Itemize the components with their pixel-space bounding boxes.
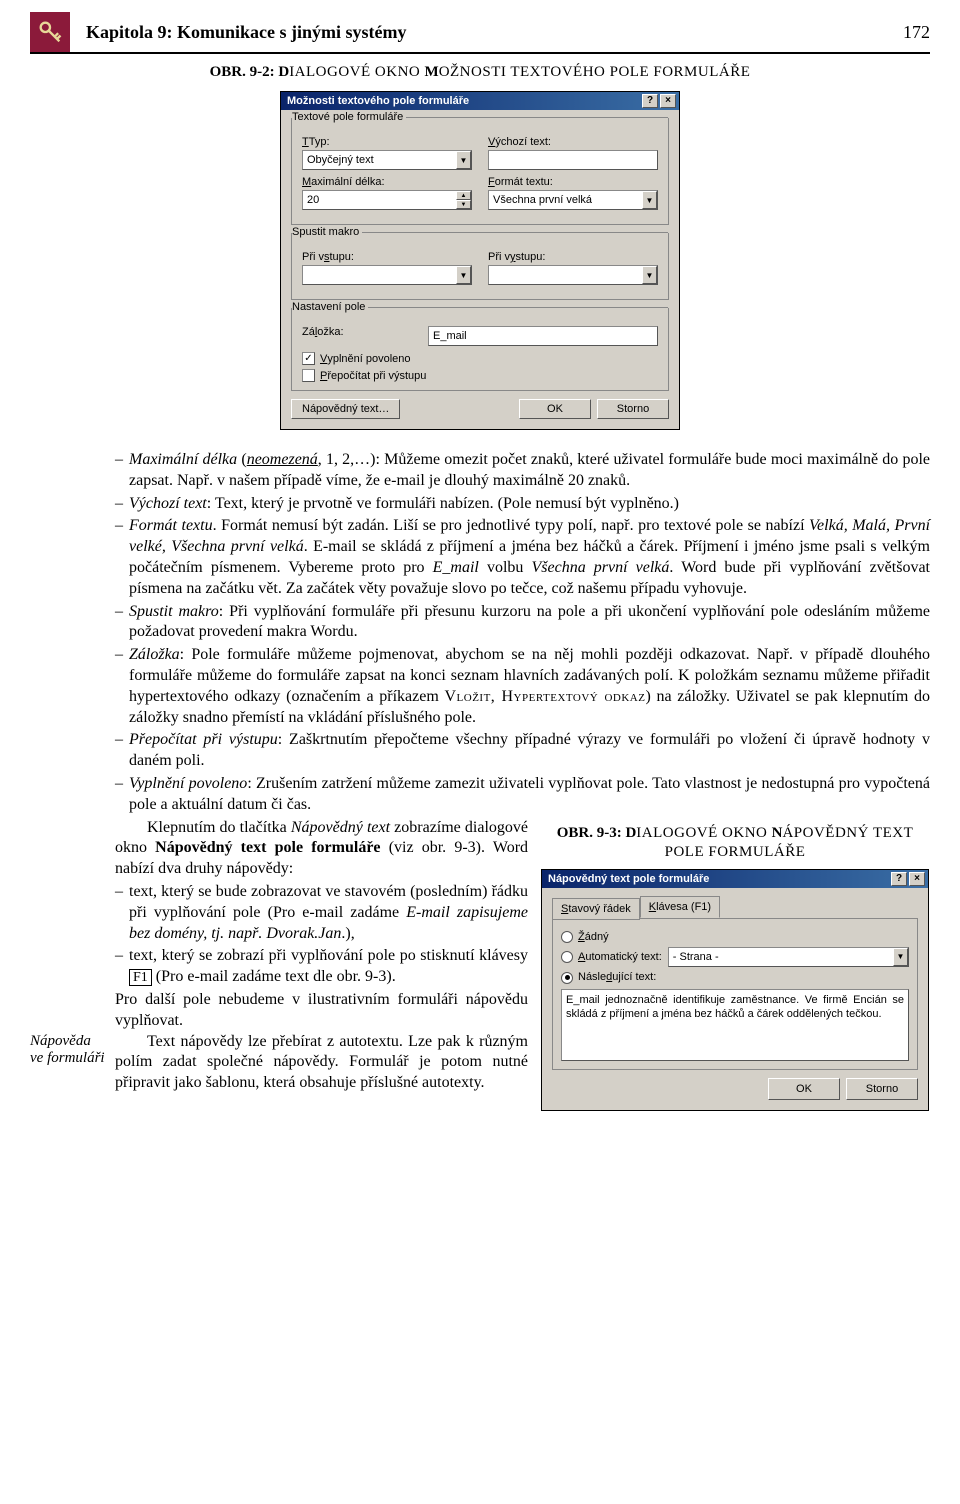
max-length-spinner[interactable]: 20▲▼: [302, 190, 472, 210]
chevron-down-icon[interactable]: ▼: [642, 191, 657, 209]
bullet-f1-text: text, který se zobrazí při vyplňování po…: [129, 946, 528, 988]
tab-statusbar[interactable]: Stavový řádek: [552, 898, 640, 920]
bullet-bookmark: Záložka: Pole formuláře můžeme pojmenova…: [129, 645, 930, 728]
margin-note: Nápověda ve formuláři: [30, 448, 115, 1133]
bookmark-label: Záložka:: [302, 326, 412, 338]
text-format-label: Formát textu:: [488, 176, 658, 188]
group-text-field: Textové pole formuláře TTyp: Obyčejný te…: [291, 118, 669, 225]
chevron-down-icon[interactable]: ▼: [456, 151, 471, 169]
tab-strip: Stavový řádek Klávesa (F1): [552, 896, 918, 919]
group-run-macro: Spustit makro Při vstupu: ▼ Při vystupu:…: [291, 233, 669, 300]
cancel-button[interactable]: Storno: [846, 1078, 918, 1100]
dialog-help-text: Nápovědný text pole formuláře ? × Stavov…: [541, 869, 929, 1111]
help-button[interactable]: ?: [642, 94, 658, 108]
chevron-down-icon[interactable]: ▼: [893, 948, 908, 966]
page-number: 172: [903, 22, 930, 43]
chevron-down-icon[interactable]: ▼: [642, 266, 657, 284]
key-icon: [30, 12, 70, 52]
tab-f1-key[interactable]: Klávesa (F1): [640, 896, 720, 918]
bookmark-input[interactable]: E_mail: [428, 326, 658, 346]
chapter-title: Kapitola 9: Komunikace s jinými systémy: [86, 22, 903, 43]
bullet-default-text: Výchozí text: Text, který je prvotně ve …: [129, 494, 930, 515]
close-button[interactable]: ×: [660, 94, 676, 108]
on-entry-label: Při vstupu:: [302, 251, 472, 263]
figure-caption-2: OBR. 9-3: DIALOGOVÉ OKNO NÁPOVĚDNÝ TEXT …: [540, 824, 930, 863]
type-label: TTyp:: [302, 136, 472, 148]
radio-none[interactable]: Žádný: [561, 930, 909, 944]
ok-button[interactable]: OK: [768, 1078, 840, 1100]
help-text-area[interactable]: E_mail jednoznačně identifikuje zaměstna…: [561, 989, 909, 1061]
dialog-title: Možnosti textového pole formuláře: [284, 95, 640, 107]
dialog-form-field-options: Možnosti textového pole formuláře ? × Te…: [280, 91, 680, 430]
bullet-run-macro: Spustit makro: Při vyplňování formuláře …: [129, 602, 930, 644]
type-dropdown[interactable]: Obyčejný text▼: [302, 150, 472, 170]
default-text-label: Výchozí text:: [488, 136, 658, 148]
text-format-dropdown[interactable]: Všechna první velká▼: [488, 190, 658, 210]
on-exit-dropdown[interactable]: ▼: [488, 265, 658, 285]
fill-allowed-checkbox[interactable]: ✓Vyplnění povoleno: [302, 352, 658, 365]
help-text-button[interactable]: Nápovědný text…: [291, 399, 400, 419]
bullet-format-text: Formát textu. Formát nemusí být zadán. L…: [129, 516, 930, 599]
on-entry-dropdown[interactable]: ▼: [302, 265, 472, 285]
chevron-down-icon[interactable]: ▼: [456, 266, 471, 284]
dialog-title: Nápovědný text pole formuláře: [545, 872, 889, 886]
f1-keycap: F1: [129, 969, 152, 986]
close-button[interactable]: ×: [909, 872, 925, 886]
bullet-fill-allowed: Vyplnění povoleno: Zrušením zatržení můž…: [129, 774, 930, 816]
bullet-max-length: Maximální délka (neomezená, 1, 2,…): Můž…: [129, 450, 930, 492]
recalc-on-exit-checkbox[interactable]: Přepočítat při výstupu: [302, 369, 658, 382]
figure-caption-1: OBR. 9-2: DIALOGOVÉ OKNO MOŽNOSTI TEXTOV…: [30, 64, 930, 81]
radio-following-text[interactable]: Následující text:: [561, 970, 909, 984]
ok-button[interactable]: OK: [519, 399, 591, 419]
help-button[interactable]: ?: [891, 872, 907, 886]
max-length-label: Maximální délka:: [302, 176, 472, 188]
bullet-statusbar-text: text, který se bude zobrazovat ve stavov…: [129, 882, 528, 944]
radio-autotext[interactable]: Automatický text: - Strana -▼: [561, 947, 909, 967]
spin-down-icon[interactable]: ▼: [456, 200, 471, 209]
autotext-dropdown[interactable]: - Strana -▼: [668, 947, 909, 967]
group-field-settings: Nastavení pole Záložka: E_mail ✓Vyplnění…: [291, 308, 669, 391]
default-text-input[interactable]: [488, 150, 658, 170]
bullet-recalc: Přepočítat při výstupu: Zaškrtnutím přep…: [129, 730, 930, 772]
spin-up-icon[interactable]: ▲: [456, 191, 471, 200]
on-exit-label: Při vystupu:: [488, 251, 658, 263]
cancel-button[interactable]: Storno: [597, 399, 669, 419]
